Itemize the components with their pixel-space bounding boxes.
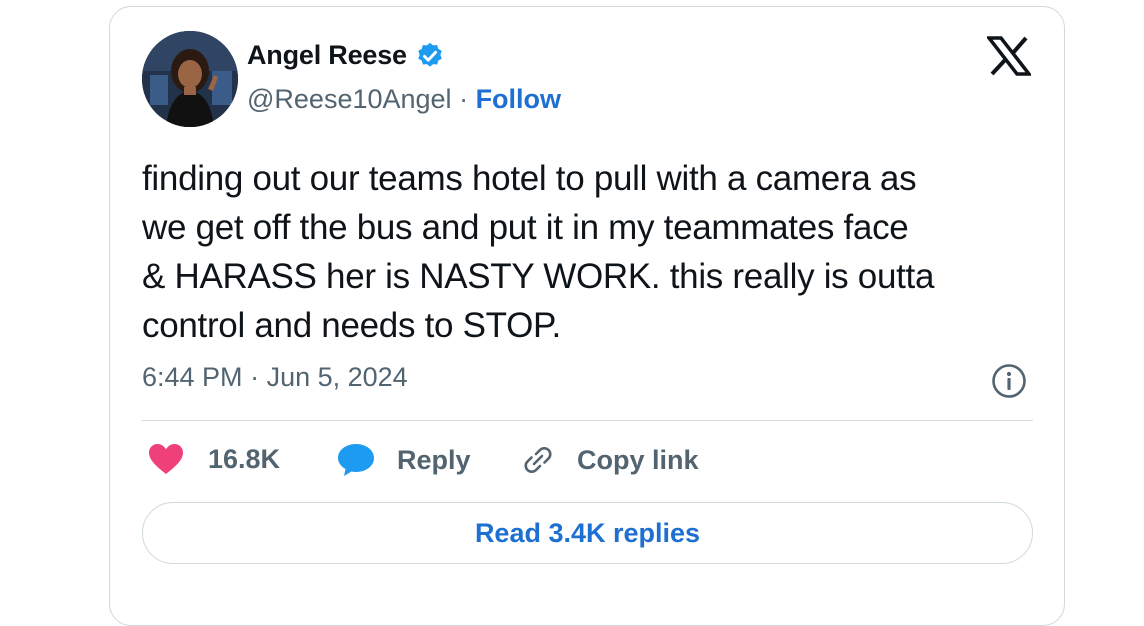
tweet-line: control and needs to STOP. (142, 306, 561, 345)
tweet-line: & HARASS her is NASTY WORK. this really … (142, 257, 935, 296)
like-button[interactable]: 16.8K (148, 443, 280, 475)
link-icon (524, 447, 552, 473)
author-handle[interactable]: @Reese10Angel (247, 84, 452, 114)
author-handle-row: @Reese10Angel · Follow (247, 84, 561, 115)
tweet-date: Jun 5, 2024 (266, 362, 408, 392)
divider (142, 420, 1033, 421)
tweet-time: 6:44 PM (142, 362, 243, 392)
avatar[interactable] (142, 31, 238, 127)
timestamp-separator: · (250, 362, 267, 392)
reply-label: Reply (397, 444, 471, 475)
tweet-text: finding out our teams hotel to pull with… (142, 154, 1042, 350)
author-name[interactable]: Angel Reese (247, 40, 407, 71)
follow-button[interactable]: Follow (476, 84, 561, 114)
read-replies-label: Read 3.4K replies (474, 517, 701, 548)
copy-link-label: Copy link (577, 444, 699, 475)
speech-bubble-icon (338, 444, 374, 476)
read-replies-button[interactable]: Read 3.4K replies (142, 502, 1033, 564)
verified-badge-icon (418, 42, 442, 67)
x-logo-icon[interactable] (987, 36, 1031, 76)
handle-separator: · (459, 84, 476, 114)
heart-icon (149, 444, 183, 474)
tweet-line: we get off the bus and put it in my team… (142, 208, 909, 247)
reply-button[interactable]: Reply (337, 443, 471, 477)
info-icon[interactable] (991, 363, 1027, 399)
profile-photo (142, 31, 238, 127)
tweet-line: finding out our teams hotel to pull with… (142, 159, 917, 198)
copy-link-button[interactable]: Copy link (521, 443, 699, 477)
like-count: 16.8K (208, 443, 281, 474)
tweet-timestamp[interactable]: 6:44 PM · Jun 5, 2024 (142, 362, 408, 393)
author-name-row: Angel Reese (247, 40, 445, 71)
